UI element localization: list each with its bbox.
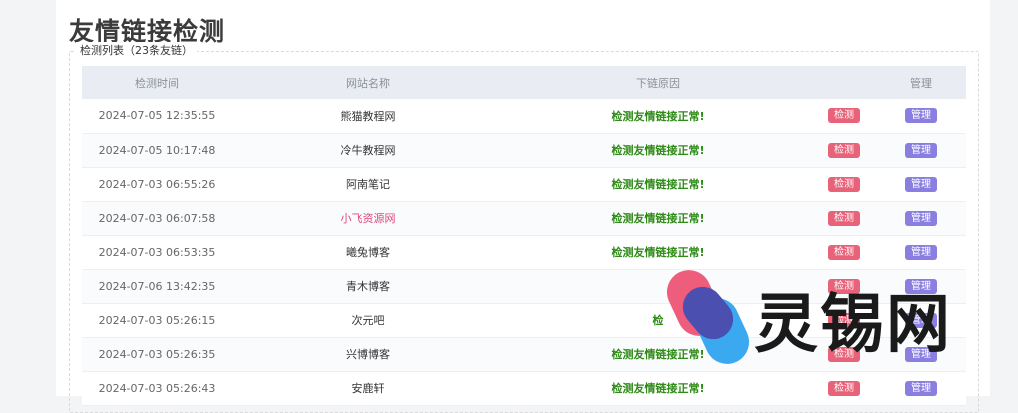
- row-check-cell: 检测: [812, 167, 876, 201]
- manage-button[interactable]: 管理: [905, 244, 937, 260]
- row-check-cell: 检测: [812, 201, 876, 235]
- check-button[interactable]: 检测: [828, 380, 860, 396]
- row-time: 2024-07-05 12:35:55: [98, 109, 216, 123]
- row-site-name[interactable]: 次元吧: [232, 303, 504, 337]
- row-manage-cell: 管理: [876, 133, 966, 167]
- table-row: 2024-07-03 06:55:26 阿南笔记 检测友情链接正常! 检测 管理: [82, 167, 966, 201]
- header-site-name: 网站名称: [346, 76, 390, 90]
- table-row: 2024-07-05 10:17:48 冷牛教程网 检测友情链接正常! 检测 管理: [82, 133, 966, 167]
- row-site-name[interactable]: 青木博客: [232, 269, 504, 303]
- table-row: 2024-07-03 05:26:43 安鹿轩 检测友情链接正常! 检测 管理: [82, 371, 966, 405]
- header-check-time: 检测时间: [135, 76, 179, 90]
- manage-button[interactable]: 管理: [905, 210, 937, 226]
- row-status: 检测友情链接正常!: [611, 178, 705, 191]
- row-site-name[interactable]: 小飞资源网: [232, 201, 504, 235]
- check-button[interactable]: 检测: [828, 210, 860, 226]
- table-row: 2024-07-03 06:07:58 小飞资源网 检测友情链接正常! 检测 管理: [82, 201, 966, 235]
- header-manage: 管理: [910, 76, 932, 90]
- watermark-icon: [666, 270, 750, 364]
- row-site-name[interactable]: 冷牛教程网: [232, 133, 504, 167]
- row-time: 2024-07-03 05:26:43: [98, 381, 216, 395]
- row-time: 2024-07-03 06:55:26: [98, 177, 216, 191]
- row-manage-cell: 管理: [876, 167, 966, 201]
- row-status: 检测友情链接正常!: [611, 144, 705, 157]
- row-time: 2024-07-03 06:53:35: [98, 245, 216, 259]
- row-time: 2024-07-03 05:26:35: [98, 347, 216, 361]
- row-site-name[interactable]: 熊猫教程网: [232, 99, 504, 133]
- manage-button[interactable]: 管理: [905, 108, 937, 124]
- row-site-name[interactable]: 曦兔博客: [232, 235, 504, 269]
- row-status: 检测友情链接正常!: [611, 382, 705, 395]
- row-time: 2024-07-03 06:07:58: [98, 211, 216, 225]
- row-manage-cell: 管理: [876, 235, 966, 269]
- watermark-logo: 灵锡网: [666, 267, 986, 367]
- table-row: 2024-07-03 06:53:35 曦兔博客 检测友情链接正常! 检测 管理: [82, 235, 966, 269]
- row-time: 2024-07-06 13:42:35: [98, 279, 216, 293]
- row-status: 检测友情链接正常!: [611, 212, 705, 225]
- row-time: 2024-07-03 05:26:15: [98, 313, 216, 327]
- watermark-text: 灵锡网: [754, 288, 952, 362]
- row-site-name[interactable]: 阿南笔记: [232, 167, 504, 201]
- check-button[interactable]: 检测: [828, 142, 860, 158]
- manage-button[interactable]: 管理: [905, 380, 937, 396]
- row-check-cell: 检测: [812, 99, 876, 133]
- row-status: 检测友情链接正常!: [611, 109, 705, 123]
- row-check-cell: 检测: [812, 133, 876, 167]
- check-button[interactable]: 检测: [828, 108, 860, 124]
- header-spacer: [812, 66, 876, 99]
- table-header-row: 检测时间 网站名称 下链原因 管理: [82, 66, 966, 99]
- manage-button[interactable]: 管理: [905, 142, 937, 158]
- check-button[interactable]: 检测: [828, 176, 860, 192]
- row-check-cell: 检测: [812, 371, 876, 405]
- row-manage-cell: 管理: [876, 201, 966, 235]
- row-time: 2024-07-05 10:17:48: [98, 143, 216, 157]
- check-button[interactable]: 检测: [828, 244, 860, 260]
- manage-button[interactable]: 管理: [905, 176, 937, 192]
- row-manage-cell: 管理: [876, 371, 966, 405]
- row-status: 检测友情链接正常!: [611, 246, 705, 259]
- row-site-name[interactable]: 兴博博客: [232, 337, 504, 371]
- header-reason: 下链原因: [636, 76, 680, 90]
- table-row: 2024-07-05 12:35:55 熊猫教程网 检测友情链接正常! 检测 管理: [82, 99, 966, 133]
- list-title: 检测列表（23条友链）: [76, 42, 197, 58]
- row-check-cell: 检测: [812, 235, 876, 269]
- row-manage-cell: 管理: [876, 99, 966, 133]
- row-site-name[interactable]: 安鹿轩: [232, 371, 504, 405]
